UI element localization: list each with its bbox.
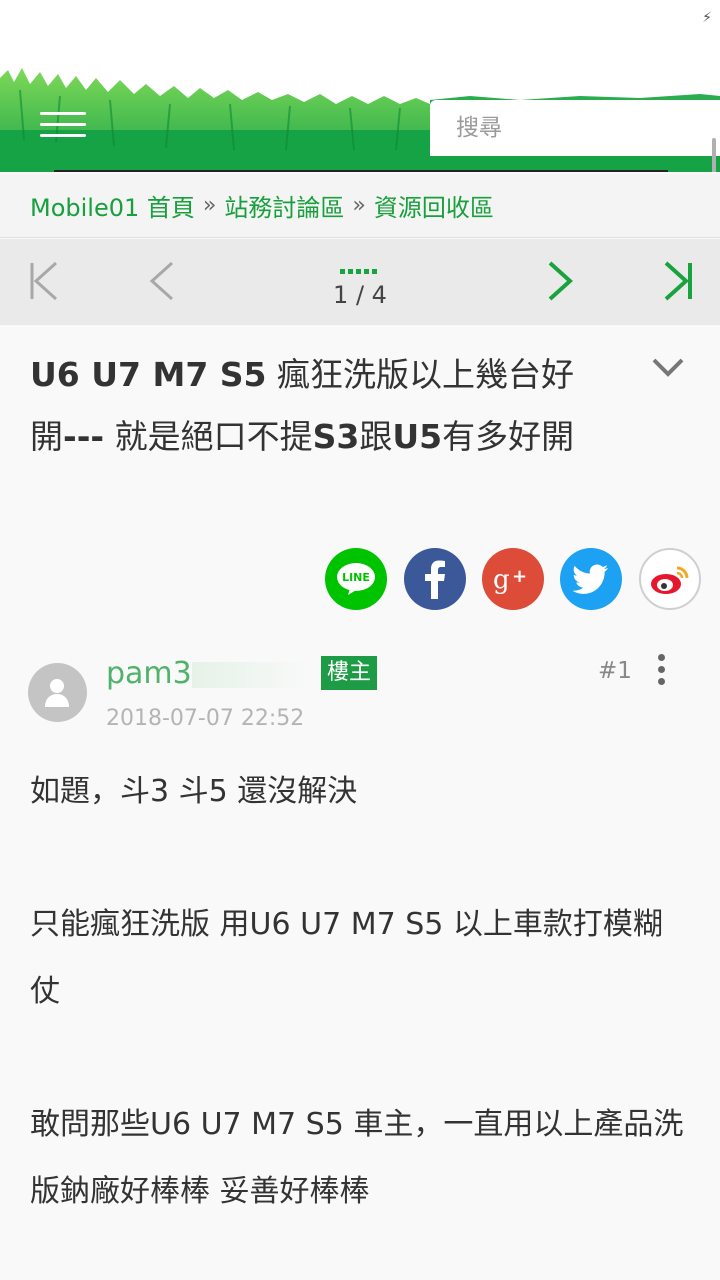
- floor-number[interactable]: #1: [598, 658, 632, 684]
- weibo-share-icon[interactable]: [639, 548, 701, 610]
- scroll-indicator[interactable]: [712, 138, 716, 172]
- post-paragraph: 只能瘋狂洗版 用U6 U7 M7 S5 以上車款打模糊仗: [30, 907, 663, 1009]
- svg-text:LINE: LINE: [342, 571, 370, 584]
- post-content: 如題，斗3 斗5 還沒解決 只能瘋狂洗版 用U6 U7 M7 S5 以上車款打模…: [30, 758, 690, 1225]
- more-options-icon[interactable]: [650, 654, 672, 690]
- post-paragraph: 敢問那些U6 U7 M7 S5 車主，一直用以上產品洗版鈉廠好棒棒 妥善好棒棒: [30, 1107, 684, 1209]
- breadcrumb-separator: »: [352, 193, 366, 218]
- breadcrumb-home-link[interactable]: Mobile01 首頁: [30, 188, 195, 223]
- breadcrumb-subforum-link[interactable]: 資源回收區: [374, 188, 494, 223]
- line-share-icon[interactable]: LINE: [325, 548, 387, 610]
- svg-text:g: g: [493, 565, 510, 594]
- owner-badge: 樓主: [321, 656, 378, 690]
- site-header: ⚡: [0, 0, 720, 172]
- chevron-down-icon[interactable]: [648, 350, 688, 386]
- hamburger-menu-icon[interactable]: [40, 112, 86, 144]
- breadcrumb-separator: »: [202, 193, 217, 218]
- author-name[interactable]: pam3: [106, 656, 312, 691]
- twitter-share-icon[interactable]: [560, 548, 622, 610]
- avatar[interactable]: [28, 663, 87, 722]
- search-box[interactable]: [430, 100, 720, 156]
- last-page-icon[interactable]: [648, 251, 704, 311]
- breadcrumb: Mobile01 首頁 » 站務討論區 » 資源回收區: [0, 174, 720, 238]
- search-input[interactable]: [454, 102, 698, 154]
- googleplus-share-icon[interactable]: g +: [482, 548, 544, 610]
- header-divider: [54, 170, 668, 172]
- thread-title: U6 U7 M7 S5 瘋狂洗版以上幾台好開--- 就是絕口不提S3跟U5有多好…: [30, 355, 575, 456]
- page-navigator: 1 / 4: [0, 239, 720, 325]
- post-paragraph: 如題，斗3 斗5 還沒解決: [30, 774, 358, 809]
- post-date: 2018-07-07 22:52: [106, 706, 305, 731]
- breadcrumb-forum-link[interactable]: 站務討論區: [224, 188, 344, 223]
- svg-text:+: +: [512, 566, 527, 587]
- facebook-share-icon[interactable]: [404, 548, 466, 610]
- bolt-icon: ⚡: [702, 10, 712, 26]
- next-page-icon[interactable]: [530, 251, 586, 311]
- page-indicator[interactable]: 1 / 4: [0, 281, 720, 309]
- page-dots: [340, 259, 380, 274]
